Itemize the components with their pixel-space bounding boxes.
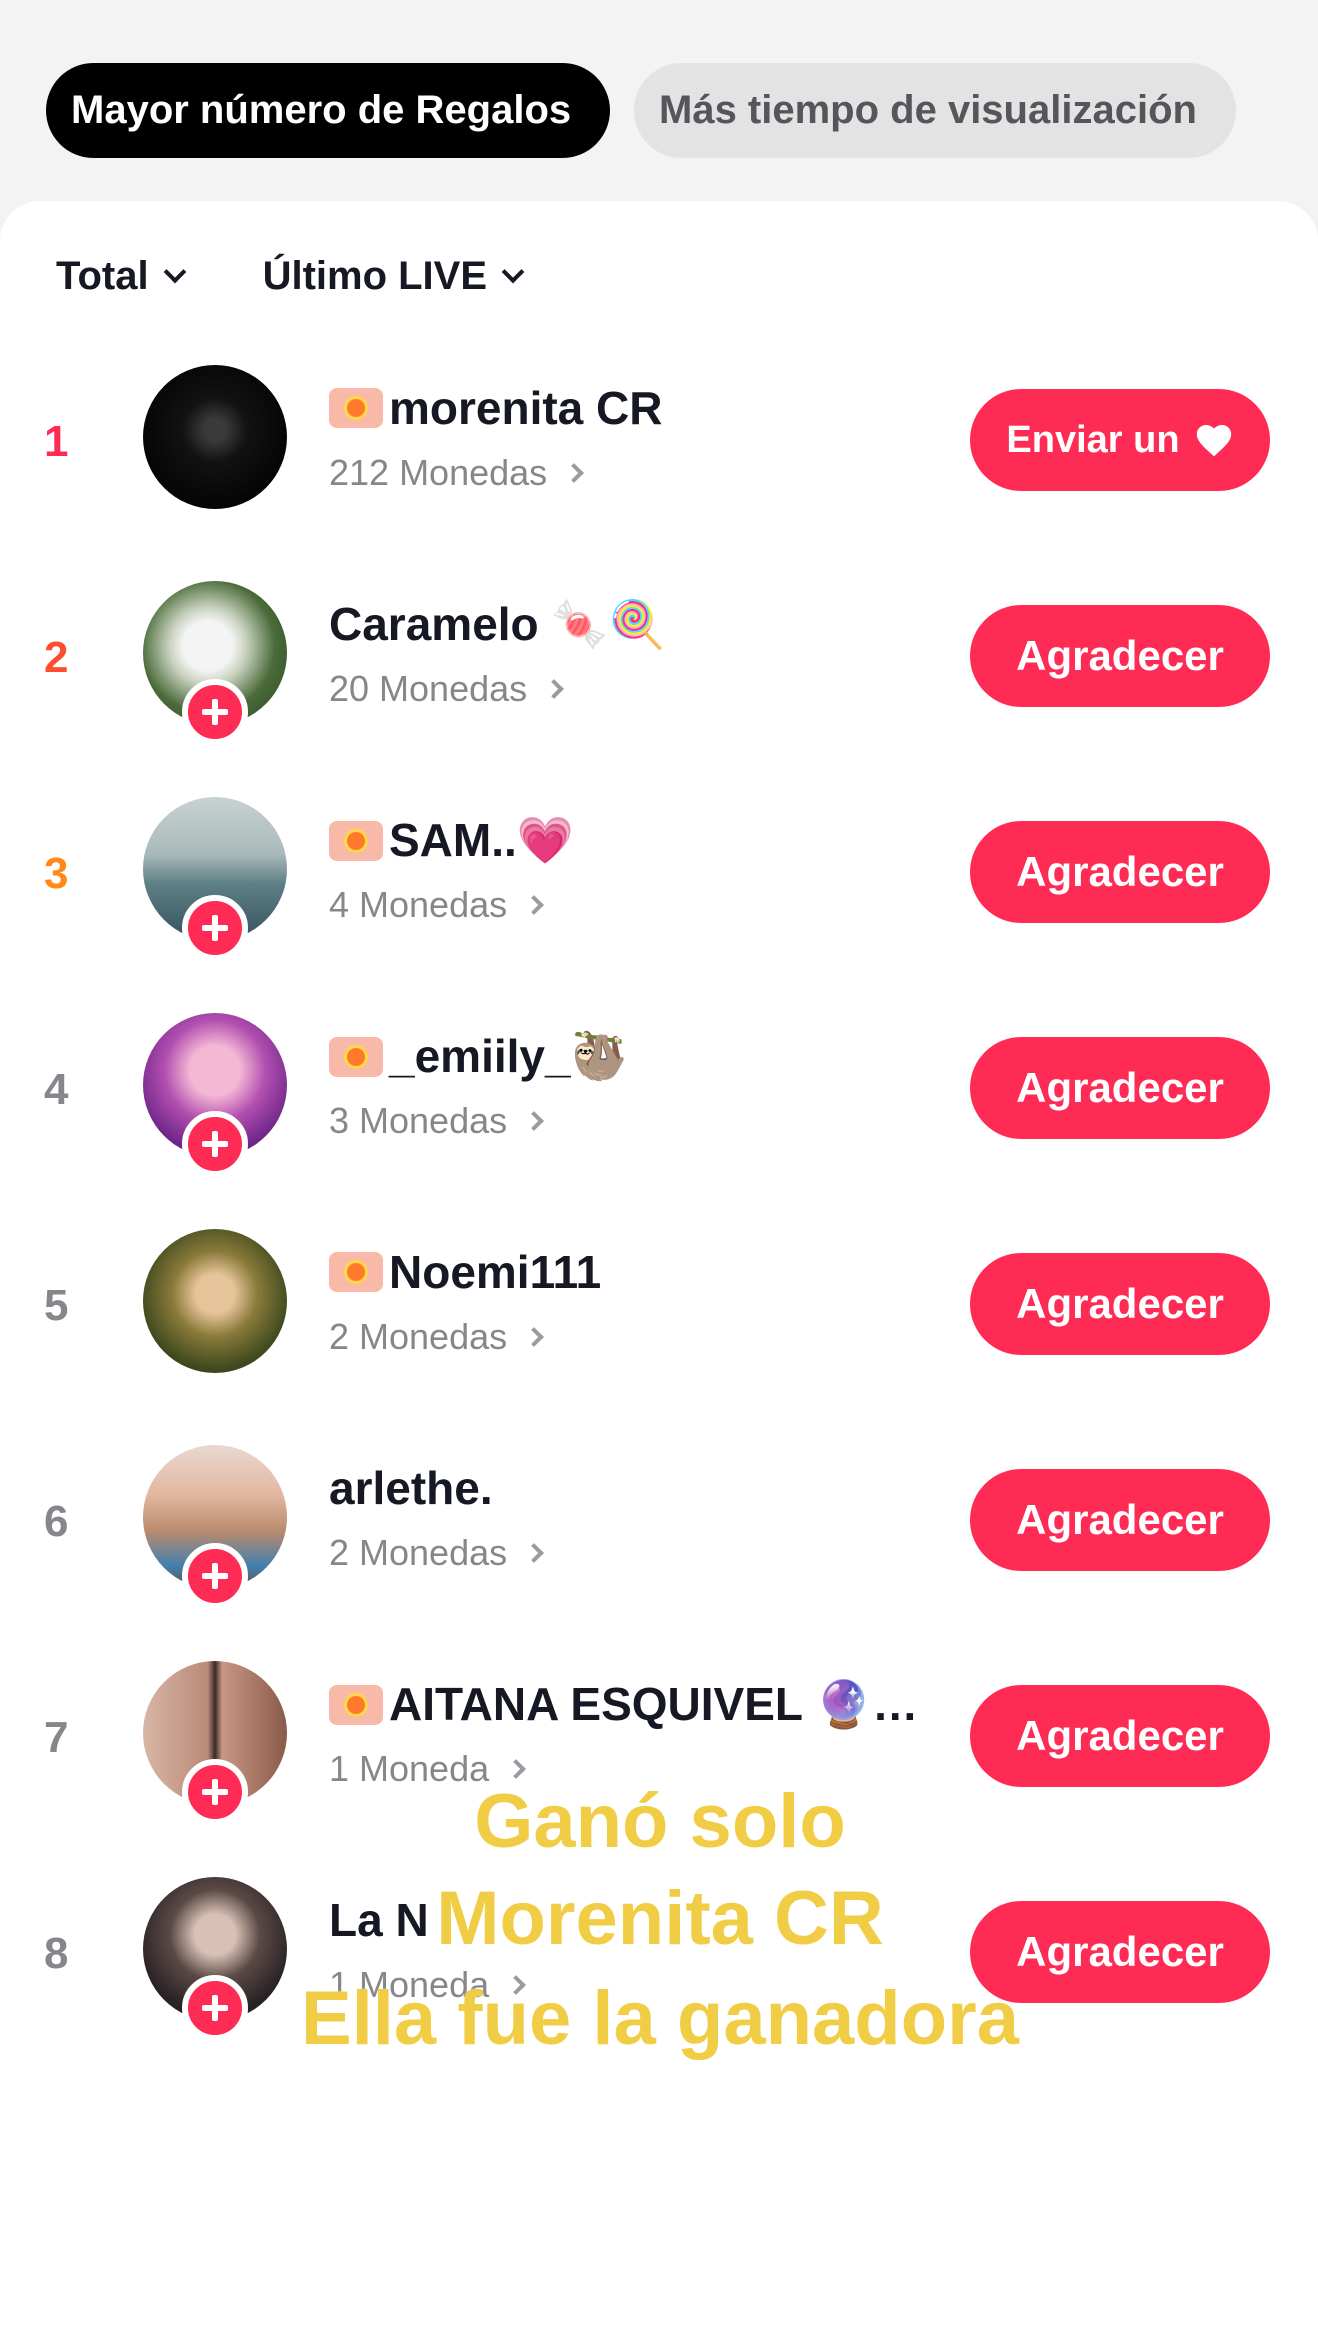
scope-filter[interactable]: Total [56,254,186,299]
username: Caramelo 🍬🍭 [329,598,666,650]
thank-button[interactable]: Agradecer [970,1901,1270,2003]
follow-plus-icon[interactable] [182,1543,248,1609]
rank-number: 5 [44,1281,69,1330]
period-filter[interactable]: Último LIVE [262,254,525,299]
coins-link[interactable]: 20 Monedas [329,668,565,710]
follow-plus-icon[interactable] [182,1975,248,2041]
username: morenita CR [389,382,663,434]
username: arlethe. [329,1462,493,1514]
fan-badge-icon [329,1036,383,1077]
send-heart-button[interactable]: Enviar un [970,389,1270,491]
fan-badge-icon [329,388,383,428]
fan-badge-icon [329,820,383,861]
leaderboard-row: 1 morenita CR 212 Monedas Enviar un [0,365,1318,581]
leaderboard-row: 6 arlethe. 2 Monedas Agradecer [0,1445,1318,1661]
leaderboard-row: 4 _emiily_🦥 3 Monedas Agradecer [0,1013,1318,1229]
leaderboard-row: 2 Caramelo 🍬🍭 20 Monedas Agradecer [0,581,1318,797]
chevron-right-icon [524,1327,545,1347]
leaderboard-row: 3 SAM..💗 4 Monedas Agradecer [0,797,1318,1013]
chevron-right-icon [564,463,585,483]
rank-number: 6 [44,1497,69,1546]
filter-bar: Total Último LIVE [56,254,525,299]
coins-count: 4 Monedas [329,884,508,925]
scope-filter-label: Total [56,254,149,298]
fan-badge-icon [329,1684,383,1725]
chevron-down-icon [501,260,525,283]
rank-number: 4 [44,1065,69,1114]
avatar[interactable] [143,365,287,509]
username-line: SAM..💗 [329,813,574,868]
thank-button[interactable]: Agradecer [970,821,1270,923]
coins-link[interactable]: 3 Monedas [329,1100,545,1142]
coins-link[interactable]: 1 Moneda [329,1748,527,1790]
thank-button[interactable]: Agradecer [970,1037,1270,1139]
tab-most-gifts[interactable]: Mayor número de Regalos [46,63,610,158]
rank-number: 1 [44,417,69,466]
coins-link[interactable]: 2 Monedas [329,1532,545,1574]
coins-count: 3 Monedas [329,1100,508,1141]
thank-button[interactable]: Agradecer [970,1685,1270,1787]
follow-plus-icon[interactable] [182,679,248,745]
rank-number: 3 [44,849,69,898]
thank-button[interactable]: Agradecer [970,1253,1270,1355]
username-line: Caramelo 🍬🍭 [329,597,666,652]
coins-count: 2 Monedas [329,1532,508,1573]
heart-icon [1196,424,1231,457]
username: Noemi111 [389,1246,602,1298]
chevron-right-icon [524,1543,545,1563]
tab-watch-time[interactable]: Más tiempo de visualización [634,63,1236,158]
rank-number: 7 [44,1713,69,1762]
username-line: morenita CR [329,381,662,435]
leaderboard-row: 5 Noemi111 2 Monedas Agradecer [0,1229,1318,1445]
chevron-down-icon [163,260,186,283]
rank-number: 8 [44,1929,69,1978]
username: La N [329,1894,429,1946]
username: AITANA ESQUIVEL 🔮… [389,1678,919,1730]
fan-badge-icon [329,1252,383,1292]
chevron-right-icon [544,679,565,699]
follow-plus-icon[interactable] [182,895,248,961]
coins-count: 1 Moneda [329,1748,490,1789]
period-filter-label: Último LIVE [262,254,488,298]
leaderboard-row: 8 La N 1 Moneda Agradecer [0,1877,1318,2093]
chevron-right-icon [524,895,545,915]
chevron-right-icon [524,1111,545,1131]
avatar[interactable] [143,1229,287,1373]
coins-link[interactable]: 4 Monedas [329,884,545,926]
coins-count: 212 Monedas [329,452,548,493]
coins-link[interactable]: 2 Monedas [329,1316,545,1358]
chevron-right-icon [506,1975,527,1995]
leaderboard-row: 7 AITANA ESQUIVEL 🔮… 1 Moneda Agradecer [0,1661,1318,1877]
rank-number: 2 [44,633,69,682]
follow-plus-icon[interactable] [182,1111,248,1177]
thank-button[interactable]: Agradecer [970,1469,1270,1571]
coins-count: 1 Moneda [329,1964,490,2005]
coins-count: 20 Monedas [329,668,528,709]
coins-link[interactable]: 212 Monedas [329,452,585,494]
username: SAM..💗 [389,814,575,866]
thank-button[interactable]: Agradecer [970,605,1270,707]
username-line: La N [329,1893,429,1947]
ranking-tabs: Mayor número de Regalos Más tiempo de vi… [46,63,1236,158]
username-line: arlethe. [329,1461,493,1515]
username: _emiily_🦥 [389,1030,628,1082]
coins-link[interactable]: 1 Moneda [329,1964,527,2006]
chevron-right-icon [506,1759,527,1779]
username-line: _emiily_🦥 [329,1029,628,1084]
send-heart-label: Enviar un [1006,418,1180,461]
follow-plus-icon[interactable] [182,1759,248,1825]
coins-count: 2 Monedas [329,1316,508,1357]
username-line: AITANA ESQUIVEL 🔮… [329,1677,918,1732]
username-line: Noemi111 [329,1245,601,1299]
